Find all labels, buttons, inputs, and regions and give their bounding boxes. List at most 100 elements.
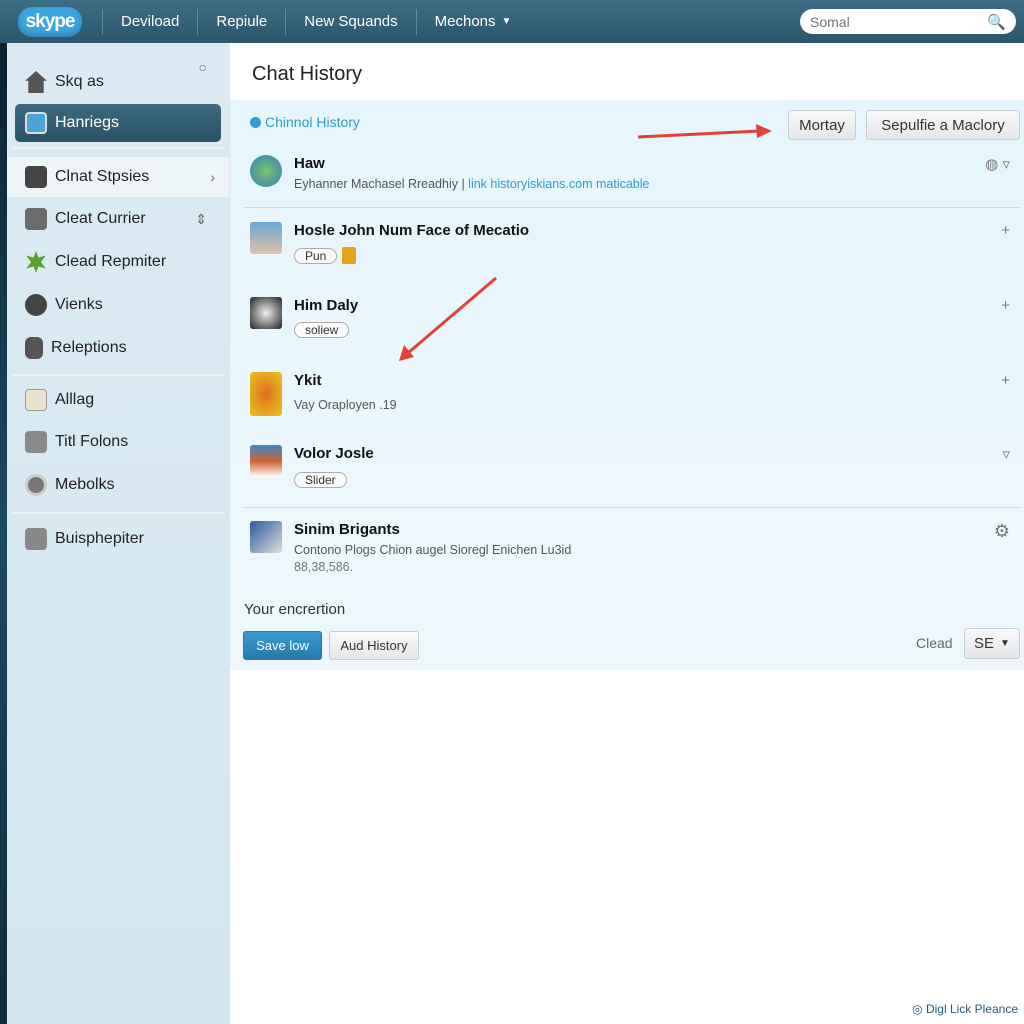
nav-repiule[interactable]: Repiule [202,13,281,30]
divider [285,8,287,35]
sidebar-item-label: Vienks [55,296,103,313]
divider [102,8,103,35]
sidebar-item-label: Clnat Stpsies [55,168,150,185]
chevron-right-icon[interactable]: › [210,169,215,185]
gear-icon[interactable]: ⚙ [994,521,1010,542]
options-icon[interactable]: ◍ ▿ [985,155,1010,173]
globe-icon [25,294,47,316]
add-icon[interactable]: + [1001,372,1010,389]
contact-name: Volor Josle [294,445,374,462]
clock-icon [25,474,47,496]
sidebar-item-label: Clead Repmiter [55,253,167,270]
status-badge[interactable]: Slider [294,472,347,488]
caret-down-icon: ▼ [1000,638,1010,649]
sidebar-item-vienks[interactable]: Vienks [15,286,221,324]
history-link[interactable]: link historyiskians.com maticable [468,177,649,191]
contact-name: Sinim Brigants [294,521,400,538]
avatar [250,297,282,329]
save-button[interactable]: Save low [243,631,322,660]
history-icon [250,116,261,128]
sidebar-item-mebolks[interactable]: Mebolks [15,466,221,504]
divider [244,207,1020,208]
mortay-button[interactable]: Mortay [788,110,856,140]
avatar [250,521,282,553]
search-input[interactable] [810,13,970,30]
search-box[interactable]: 🔍 [800,9,1016,34]
camera-icon [25,208,47,230]
contact-subtitle: Eyhanner Machasel Rreadhiy | link histor… [294,177,649,191]
nav-deviload[interactable]: Deviload [107,13,193,30]
avatar [250,222,282,254]
house-icon [25,71,47,93]
contact-detail: 88,38,586. [294,560,354,574]
sidebar-item-clead-repmiter[interactable]: Clead Repmiter [15,243,221,281]
sidebar-item-label: Alllag [55,391,95,408]
clear-link[interactable]: Clead [916,635,953,651]
subtitle-text: Eyhanner Machasel Rreadhiy | [294,177,469,191]
sidebar-item-label: Cleat Currier [55,210,146,227]
sidebar-item-label: Releptions [51,339,127,356]
document-icon [25,389,47,411]
divider [415,8,417,35]
sidebar-item-label: Buisphepiter [55,530,144,547]
trash-icon [25,337,43,359]
contact-subtitle: Vay Oraployen .19 [294,398,397,412]
top-bar: skype Deviload Repiule New Squands Mecho… [0,0,1024,43]
sepulfie-button[interactable]: Sepulfie a Maclory [866,110,1020,140]
folder-icon [25,431,47,453]
sidebar-item-releptions[interactable]: Releptions [15,329,221,367]
sidebar-item-titl-folons[interactable]: Titl Folons [15,423,221,461]
status-badge[interactable]: Pun [294,248,338,264]
sidebar: Skq as ○ Hanriegs Clnat Stpsies › Cleat Cu… [7,43,230,1024]
footer-link[interactable]: ◎ Digl Lick Pleance [912,1002,1018,1016]
disk-icon [25,528,47,550]
sidebar-item-cleat-currier[interactable]: Cleat Currier ⇕ [15,200,221,238]
divider [244,507,1020,508]
avatar [250,445,282,477]
contact-name: Hosle John Num Face of Mecatio [294,222,530,239]
badge-icon [342,247,356,264]
avatar [250,372,282,416]
caret-down-icon: ▼ [501,16,512,27]
avatar [250,155,282,187]
contact-name: Ykit [294,372,322,389]
circle-icon: ○ [198,59,207,75]
divider [13,512,225,514]
breadcrumb-label: Chinnol History [265,114,360,130]
contact-subtitle: Contono Plogs Chion augel Sioregl Eniche… [294,543,572,557]
sidebar-item-hanriegs[interactable]: Hanriegs [15,104,221,142]
chevron-down-icon[interactable]: ▿ [1002,445,1010,463]
sidebar-item-skq-as[interactable]: Skq as ○ [15,59,221,101]
divider [197,8,199,35]
keyboard-icon [25,166,47,188]
status-badge[interactable]: soliew [294,322,350,338]
section-label: Your encrertion [244,601,346,618]
sidebar-item-label: Hanriegs [55,114,120,131]
select-value: SE [974,635,995,652]
divider [13,374,225,376]
sort-icon[interactable]: ⇕ [195,211,207,228]
breadcrumb[interactable]: Chinnol History [250,114,360,130]
skype-logo[interactable]: skype [18,6,82,37]
select-dropdown[interactable]: SE ▼ [964,628,1020,659]
nav-new-squands[interactable]: New Squands [290,13,411,30]
footer-text: Digl Lick Pleance [925,1002,1018,1016]
sidebar-item-label: Mebolks [55,476,115,493]
window-edge [0,43,7,1024]
contact-name: Him Daly [294,297,359,314]
contact-name: Haw [294,155,325,172]
chat-history-panel: Chinnol History Mortay Sepulfie a Maclor… [230,100,1024,670]
search-icon[interactable]: 🔍 [987,13,1006,31]
nav-label: Mechons [434,13,496,30]
add-icon[interactable]: + [1001,297,1010,314]
add-icon[interactable]: + [1001,222,1010,239]
star-icon [26,251,46,273]
sidebar-item-alllag[interactable]: Alllag [15,381,221,419]
sidebar-item-buisphepiter[interactable]: Buisphepiter [15,520,221,558]
sidebar-item-clnat-stpsies[interactable]: Clnat Stpsies › [7,157,229,197]
nav-mechons[interactable]: Mechons ▼ [421,13,526,30]
sidebar-item-label: Titl Folons [55,433,129,450]
main-content: Chat History Chinnol History Mortay Sepu… [230,43,1024,1024]
add-history-button[interactable]: Aud History [329,631,419,660]
list-item[interactable]: Haw Eyhanner Machasel Rreadhiy | link hi… [248,155,1018,195]
